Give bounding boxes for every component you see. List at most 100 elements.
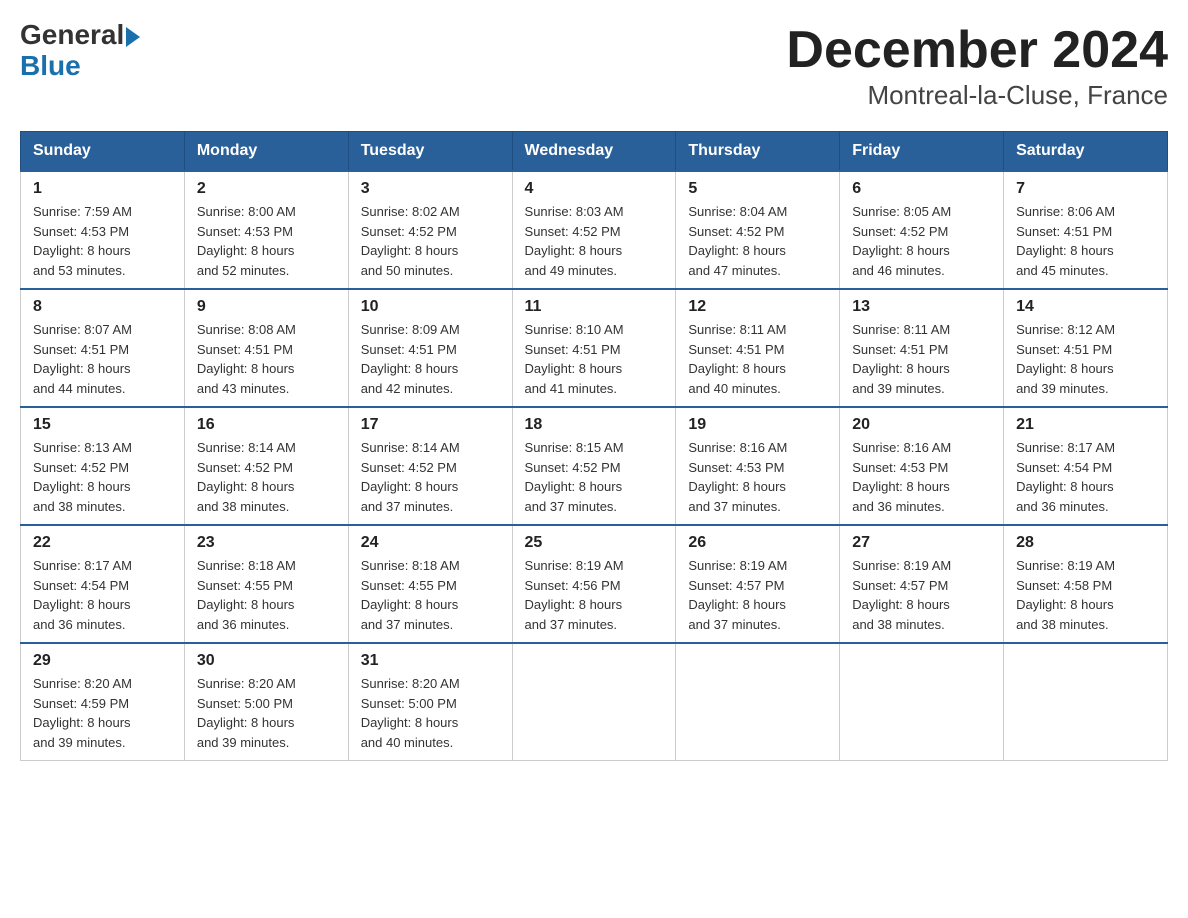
day-number: 23 — [197, 534, 336, 552]
calendar-subtitle: Montreal-la-Cluse, France — [786, 80, 1168, 111]
day-info: Sunrise: 8:17 AMSunset: 4:54 PMDaylight:… — [33, 556, 172, 634]
calendar-day-cell: 25 Sunrise: 8:19 AMSunset: 4:56 PMDayligh… — [512, 525, 676, 643]
calendar-day-cell: 24 Sunrise: 8:18 AMSunset: 4:55 PMDayligh… — [348, 525, 512, 643]
calendar-week-row: 15 Sunrise: 8:13 AMSunset: 4:52 PMDayligh… — [21, 407, 1168, 525]
calendar-day-cell — [676, 643, 840, 761]
day-number: 10 — [361, 298, 500, 316]
day-info: Sunrise: 8:11 AMSunset: 4:51 PMDaylight:… — [852, 320, 991, 398]
calendar-day-cell — [512, 643, 676, 761]
day-info: Sunrise: 8:04 AMSunset: 4:52 PMDaylight:… — [688, 202, 827, 280]
day-number: 9 — [197, 298, 336, 316]
day-info: Sunrise: 8:07 AMSunset: 4:51 PMDaylight:… — [33, 320, 172, 398]
weekday-header-row: Sunday Monday Tuesday Wednesday Thursday… — [21, 132, 1168, 172]
header-tuesday: Tuesday — [348, 132, 512, 172]
header-monday: Monday — [184, 132, 348, 172]
calendar-week-row: 22 Sunrise: 8:17 AMSunset: 4:54 PMDayligh… — [21, 525, 1168, 643]
calendar-day-cell: 10 Sunrise: 8:09 AMSunset: 4:51 PMDayligh… — [348, 289, 512, 407]
day-number: 6 — [852, 180, 991, 198]
day-number: 28 — [1016, 534, 1155, 552]
day-number: 27 — [852, 534, 991, 552]
logo-blue-text: Blue — [20, 51, 140, 82]
day-info: Sunrise: 8:19 AMSunset: 4:57 PMDaylight:… — [688, 556, 827, 634]
day-number: 16 — [197, 416, 336, 434]
day-number: 5 — [688, 180, 827, 198]
calendar-day-cell: 22 Sunrise: 8:17 AMSunset: 4:54 PMDayligh… — [21, 525, 185, 643]
logo-arrow-icon — [126, 27, 140, 47]
day-number: 4 — [525, 180, 664, 198]
calendar-day-cell: 28 Sunrise: 8:19 AMSunset: 4:58 PMDayligh… — [1004, 525, 1168, 643]
calendar-day-cell: 19 Sunrise: 8:16 AMSunset: 4:53 PMDayligh… — [676, 407, 840, 525]
calendar-title: December 2024 — [786, 20, 1168, 80]
day-number: 21 — [1016, 416, 1155, 434]
day-info: Sunrise: 8:08 AMSunset: 4:51 PMDaylight:… — [197, 320, 336, 398]
calendar-day-cell: 7 Sunrise: 8:06 AMSunset: 4:51 PMDaylight… — [1004, 171, 1168, 289]
calendar-day-cell: 30Sunrise: 8:20 AMSunset: 5:00 PMDayligh… — [184, 643, 348, 761]
day-number: 19 — [688, 416, 827, 434]
calendar-table: Sunday Monday Tuesday Wednesday Thursday… — [20, 131, 1168, 761]
calendar-day-cell: 21Sunrise: 8:17 AMSunset: 4:54 PMDayligh… — [1004, 407, 1168, 525]
day-number: 3 — [361, 180, 500, 198]
day-number: 14 — [1016, 298, 1155, 316]
day-number: 30 — [197, 652, 336, 670]
day-info: Sunrise: 8:03 AMSunset: 4:52 PMDaylight:… — [525, 202, 664, 280]
calendar-day-cell: 26 Sunrise: 8:19 AMSunset: 4:57 PMDayligh… — [676, 525, 840, 643]
day-info: Sunrise: 8:19 AMSunset: 4:57 PMDaylight:… — [852, 556, 991, 634]
calendar-day-cell: 9 Sunrise: 8:08 AMSunset: 4:51 PMDaylight… — [184, 289, 348, 407]
calendar-week-row: 29Sunrise: 8:20 AMSunset: 4:59 PMDayligh… — [21, 643, 1168, 761]
day-number: 15 — [33, 416, 172, 434]
calendar-day-cell: 8 Sunrise: 8:07 AMSunset: 4:51 PMDaylight… — [21, 289, 185, 407]
header-friday: Friday — [840, 132, 1004, 172]
calendar-day-cell: 11Sunrise: 8:10 AMSunset: 4:51 PMDayligh… — [512, 289, 676, 407]
calendar-day-cell: 2Sunrise: 8:00 AMSunset: 4:53 PMDaylight… — [184, 171, 348, 289]
calendar-week-row: 1 Sunrise: 7:59 AMSunset: 4:53 PMDaylight… — [21, 171, 1168, 289]
day-info: Sunrise: 8:19 AMSunset: 4:58 PMDaylight:… — [1016, 556, 1155, 634]
day-info: Sunrise: 8:13 AMSunset: 4:52 PMDaylight:… — [33, 438, 172, 516]
day-number: 31 — [361, 652, 500, 670]
day-number: 8 — [33, 298, 172, 316]
calendar-day-cell: 1 Sunrise: 7:59 AMSunset: 4:53 PMDaylight… — [21, 171, 185, 289]
day-info: Sunrise: 8:05 AMSunset: 4:52 PMDaylight:… — [852, 202, 991, 280]
day-info: Sunrise: 8:16 AMSunset: 4:53 PMDaylight:… — [688, 438, 827, 516]
logo: General Blue — [20, 20, 140, 82]
calendar-day-cell: 31 Sunrise: 8:20 AMSunset: 5:00 PMDayligh… — [348, 643, 512, 761]
calendar-day-cell: 23 Sunrise: 8:18 AMSunset: 4:55 PMDayligh… — [184, 525, 348, 643]
calendar-header: Sunday Monday Tuesday Wednesday Thursday… — [21, 132, 1168, 172]
header-sunday: Sunday — [21, 132, 185, 172]
day-number: 20 — [852, 416, 991, 434]
day-info: Sunrise: 8:19 AMSunset: 4:56 PMDaylight:… — [525, 556, 664, 634]
day-number: 7 — [1016, 180, 1155, 198]
day-info: Sunrise: 8:11 AMSunset: 4:51 PMDaylight:… — [688, 320, 827, 398]
calendar-day-cell: 18Sunrise: 8:15 AMSunset: 4:52 PMDayligh… — [512, 407, 676, 525]
day-info: Sunrise: 8:16 AMSunset: 4:53 PMDaylight:… — [852, 438, 991, 516]
day-number: 1 — [33, 180, 172, 198]
calendar-day-cell: 5 Sunrise: 8:04 AMSunset: 4:52 PMDaylight… — [676, 171, 840, 289]
day-info: Sunrise: 8:18 AMSunset: 4:55 PMDaylight:… — [197, 556, 336, 634]
day-info: Sunrise: 8:14 AMSunset: 4:52 PMDaylight:… — [197, 438, 336, 516]
day-info: Sunrise: 8:18 AMSunset: 4:55 PMDaylight:… — [361, 556, 500, 634]
calendar-day-cell: 29Sunrise: 8:20 AMSunset: 4:59 PMDayligh… — [21, 643, 185, 761]
calendar-day-cell: 16 Sunrise: 8:14 AMSunset: 4:52 PMDayligh… — [184, 407, 348, 525]
day-info: Sunrise: 8:12 AMSunset: 4:51 PMDaylight:… — [1016, 320, 1155, 398]
day-info: Sunrise: 8:00 AMSunset: 4:53 PMDaylight:… — [197, 202, 336, 280]
calendar-day-cell: 4 Sunrise: 8:03 AMSunset: 4:52 PMDaylight… — [512, 171, 676, 289]
title-block: December 2024 Montreal-la-Cluse, France — [786, 20, 1168, 111]
day-info: Sunrise: 8:09 AMSunset: 4:51 PMDaylight:… — [361, 320, 500, 398]
calendar-day-cell: 27 Sunrise: 8:19 AMSunset: 4:57 PMDayligh… — [840, 525, 1004, 643]
day-number: 26 — [688, 534, 827, 552]
day-number: 17 — [361, 416, 500, 434]
day-number: 24 — [361, 534, 500, 552]
logo-general-text: General — [20, 20, 124, 51]
day-number: 25 — [525, 534, 664, 552]
calendar-day-cell: 17Sunrise: 8:14 AMSunset: 4:52 PMDayligh… — [348, 407, 512, 525]
calendar-day-cell: 3Sunrise: 8:02 AMSunset: 4:52 PMDaylight… — [348, 171, 512, 289]
day-number: 13 — [852, 298, 991, 316]
calendar-day-cell: 13 Sunrise: 8:11 AMSunset: 4:51 PMDayligh… — [840, 289, 1004, 407]
day-info: Sunrise: 7:59 AMSunset: 4:53 PMDaylight:… — [33, 202, 172, 280]
day-info: Sunrise: 8:06 AMSunset: 4:51 PMDaylight:… — [1016, 202, 1155, 280]
day-number: 22 — [33, 534, 172, 552]
calendar-week-row: 8 Sunrise: 8:07 AMSunset: 4:51 PMDaylight… — [21, 289, 1168, 407]
page-header: General Blue December 2024 Montreal-la-C… — [20, 20, 1168, 111]
day-info: Sunrise: 8:20 AMSunset: 5:00 PMDaylight:… — [361, 674, 500, 752]
header-saturday: Saturday — [1004, 132, 1168, 172]
day-number: 29 — [33, 652, 172, 670]
